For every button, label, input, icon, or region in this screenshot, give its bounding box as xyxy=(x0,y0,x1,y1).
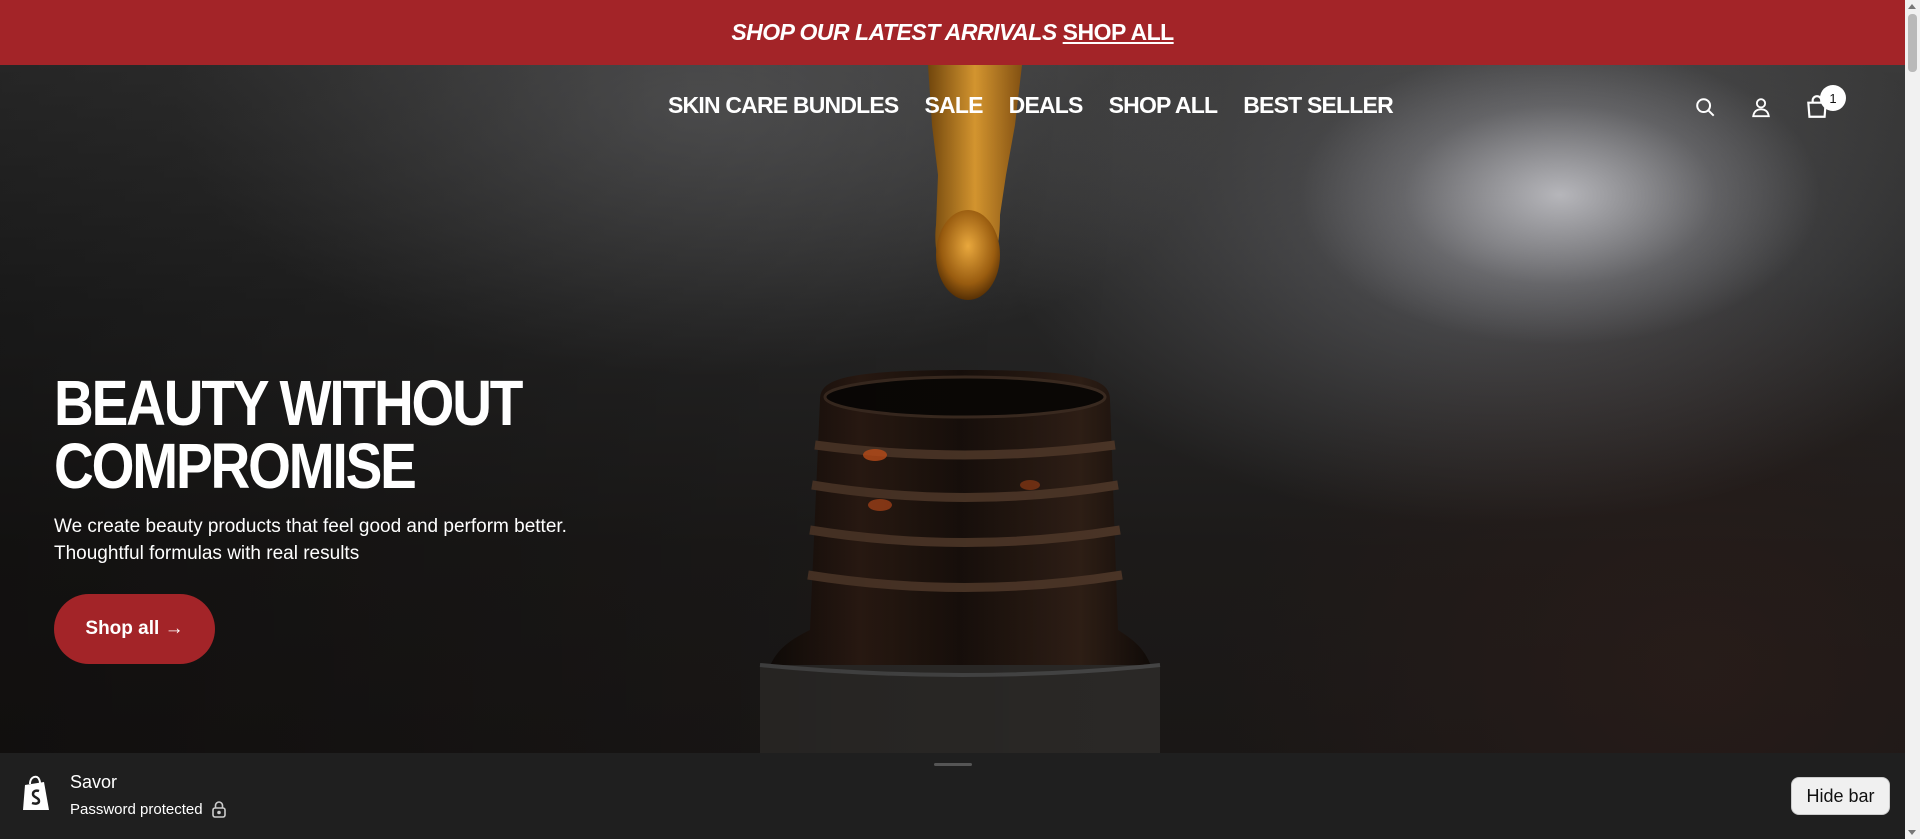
hero-title-line-1: BEAUTY WITHOUT xyxy=(54,367,523,439)
cart-button[interactable]: 1 xyxy=(1804,85,1846,120)
announcement-bar: SHOP OUR LATEST ARRIVALS SHOP ALL xyxy=(0,0,1905,65)
scroll-up-arrow[interactable] xyxy=(1908,4,1916,9)
scroll-down-arrow[interactable] xyxy=(1908,830,1916,835)
announcement-shop-all-link[interactable]: SHOP ALL xyxy=(1063,19,1175,46)
store-name: Savor xyxy=(70,772,118,792)
hero-title: BEAUTY WITHOUT COMPROMISE xyxy=(54,371,536,498)
nav-item-sale[interactable]: SALE xyxy=(924,92,983,119)
account-button[interactable] xyxy=(1748,94,1774,120)
scrollbar-thumb[interactable] xyxy=(1908,14,1917,72)
hide-bar-button[interactable]: Hide bar xyxy=(1791,777,1890,815)
main-navigation: SKIN CARE BUNDLES SALE DEALS SHOP ALL BE… xyxy=(668,92,1394,119)
shopify-bag-icon xyxy=(23,775,49,810)
header-icons: 1 xyxy=(1692,85,1846,120)
hero-subtitle-line-1: We create beauty products that feel good… xyxy=(54,516,567,537)
announcement-text: SHOP OUR LATEST ARRIVALS xyxy=(731,19,1057,45)
nav-item-best-seller[interactable]: BEST SELLER xyxy=(1243,92,1393,119)
hero-subtitle: We create beauty products that feel good… xyxy=(54,513,674,567)
user-icon xyxy=(1752,98,1770,118)
lock-icon xyxy=(211,801,226,818)
search-button[interactable] xyxy=(1692,94,1718,120)
password-status-text: Password protected xyxy=(70,800,203,818)
cart-count-badge: 1 xyxy=(1820,85,1846,111)
nav-item-skin-care-bundles[interactable]: SKIN CARE BUNDLES xyxy=(668,92,899,119)
password-status: Password protected xyxy=(70,800,227,818)
page-scrollbar[interactable] xyxy=(1905,0,1920,839)
nav-item-deals[interactable]: DEALS xyxy=(1009,92,1084,119)
shop-all-button[interactable]: Shop all → xyxy=(54,594,215,664)
nav-item-shop-all[interactable]: SHOP ALL xyxy=(1109,92,1218,119)
hero-title-line-2: COMPROMISE xyxy=(54,429,417,502)
hero-subtitle-line-2: Thoughtful formulas with real results xyxy=(54,543,360,564)
search-icon xyxy=(1696,98,1715,117)
preview-bar-handle[interactable] xyxy=(934,763,972,766)
preview-bar: Savor Password protected Hide bar xyxy=(0,753,1905,839)
